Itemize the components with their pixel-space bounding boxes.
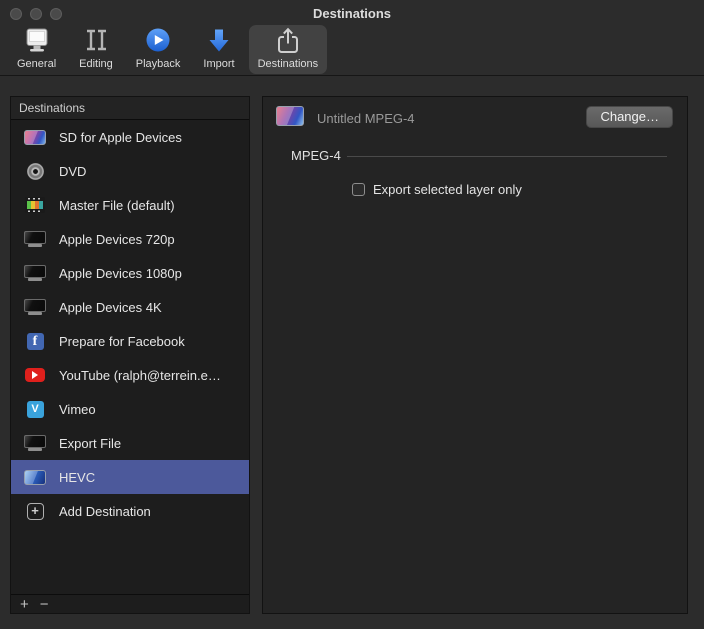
preferences-toolbar: General Editing Playback xyxy=(8,25,327,74)
play-triangle xyxy=(32,371,38,379)
facebook-icon: f xyxy=(23,333,47,350)
tv-icon xyxy=(23,299,47,316)
list-item-apple-devices-1080p[interactable]: Apple Devices 1080p xyxy=(11,256,249,290)
add-destination-button[interactable]: + xyxy=(20,597,29,612)
destinations-preferences-window: Destinations General Editing xyxy=(0,0,704,629)
list-item-add-destination[interactable]: + Add Destination xyxy=(11,494,249,528)
title-bar: Destinations xyxy=(0,0,704,26)
tab-playback[interactable]: Playback xyxy=(127,25,190,74)
down-arrow-icon xyxy=(204,26,234,57)
tab-label: Playback xyxy=(136,58,181,70)
list-header: Destinations xyxy=(11,97,249,120)
list-item-prepare-for-facebook[interactable]: f Prepare for Facebook xyxy=(11,324,249,358)
checkbox-label: Export selected layer only xyxy=(373,182,522,197)
tv-icon xyxy=(23,265,47,282)
editing-trim-icon xyxy=(81,26,111,57)
change-button[interactable]: Change… xyxy=(586,106,673,128)
list-item-youtube[interactable]: YouTube (ralph@terrein.e… xyxy=(11,358,249,392)
list-item-vimeo[interactable]: V Vimeo xyxy=(11,392,249,426)
play-circle-icon xyxy=(143,26,173,57)
tv-icon xyxy=(23,435,47,452)
youtube-icon xyxy=(23,368,47,382)
dvd-disc-icon xyxy=(23,163,47,180)
sd-screen-icon xyxy=(23,130,47,145)
tab-destinations[interactable]: Destinations xyxy=(249,25,328,74)
window-title: Destinations xyxy=(0,6,704,21)
destinations-list-pane: Destinations SD for Apple Devices DVD xyxy=(10,96,250,614)
list-item-apple-devices-720p[interactable]: Apple Devices 720p xyxy=(11,222,249,256)
format-label: MPEG-4 xyxy=(291,148,341,163)
film-strip-icon xyxy=(23,197,47,213)
destination-name: Untitled MPEG-4 xyxy=(317,111,415,126)
destination-detail-pane: Untitled MPEG-4 Change… MPEG-4 Export se… xyxy=(262,96,688,614)
mpeg4-screen-icon xyxy=(276,106,304,126)
list-item-dvd[interactable]: DVD xyxy=(11,154,249,188)
tv-icon xyxy=(23,231,47,248)
tab-general[interactable]: General xyxy=(8,25,65,74)
list-item-sd-for-apple-devices[interactable]: SD for Apple Devices xyxy=(11,120,249,154)
tab-label: Editing xyxy=(79,58,113,70)
list-item-apple-devices-4k[interactable]: Apple Devices 4K xyxy=(11,290,249,324)
destinations-list: SD for Apple Devices DVD xyxy=(11,120,249,594)
separator-line xyxy=(347,156,667,157)
list-item-master-file[interactable]: Master File (default) xyxy=(11,188,249,222)
list-item-hevc[interactable]: HEVC xyxy=(11,460,249,494)
toolbar-divider xyxy=(0,75,704,76)
display-icon xyxy=(22,26,52,57)
tab-editing[interactable]: Editing xyxy=(70,25,122,74)
remove-destination-button[interactable]: − xyxy=(40,597,49,612)
list-footer: + − xyxy=(11,594,249,613)
tab-label: General xyxy=(17,58,56,70)
export-selected-layer-checkbox[interactable] xyxy=(352,183,365,196)
hevc-screen-icon xyxy=(23,470,47,485)
vimeo-icon: V xyxy=(23,401,47,418)
tab-import[interactable]: Import xyxy=(194,25,243,74)
tab-label: Import xyxy=(203,58,234,70)
list-item-export-file[interactable]: Export File xyxy=(11,426,249,460)
tab-label: Destinations xyxy=(258,58,319,70)
share-icon xyxy=(273,26,303,57)
add-plus-icon: + xyxy=(23,503,47,520)
